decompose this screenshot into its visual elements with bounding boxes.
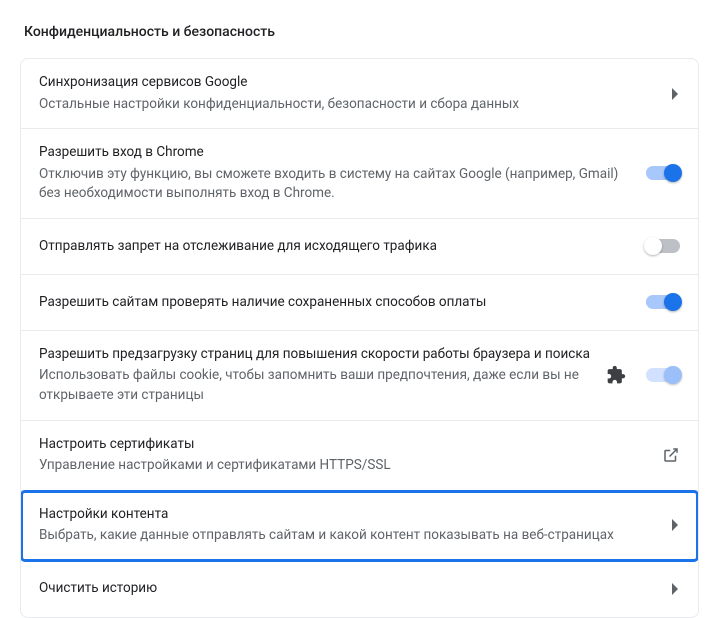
row-sync-google-services[interactable]: Синхронизация сервисов Google Остальные … — [21, 59, 698, 129]
chevron-right-icon — [672, 519, 680, 531]
row-desc: Управление настройками и сертификатами H… — [39, 456, 650, 476]
chevron-right-icon — [672, 583, 680, 595]
row-desc: Выбрать, какие данные отправлять сайтам … — [39, 526, 660, 546]
row-content-settings[interactable]: Настройки контента Выбрать, какие данные… — [21, 491, 698, 561]
row-title: Настроить сертификаты — [39, 435, 650, 455]
row-desc: Отключив эту функцию, вы сможете входить… — [39, 165, 634, 204]
row-title: Настройки контента — [39, 505, 660, 525]
row-title: Разрешить вход в Chrome — [39, 143, 634, 163]
row-title: Очистить историю — [39, 579, 660, 599]
row-do-not-track: Отправлять запрет на отслеживание для ис… — [21, 219, 698, 275]
row-payment-check: Разрешить сайтам проверять наличие сохра… — [21, 275, 698, 331]
toggle-allow-chrome-signin[interactable] — [646, 166, 680, 180]
external-link-icon — [662, 446, 680, 464]
row-allow-chrome-signin: Разрешить вход в Chrome Отключив эту фун… — [21, 129, 698, 219]
toggle-preload-pages[interactable] — [646, 368, 680, 382]
section-title: Конфиденциальность и безопасность — [20, 24, 699, 40]
row-title: Синхронизация сервисов Google — [39, 73, 660, 93]
row-preload-pages: Разрешить предзагрузку страниц для повыш… — [21, 331, 698, 421]
toggle-payment-check[interactable] — [646, 295, 680, 309]
settings-card: Синхронизация сервисов Google Остальные … — [20, 58, 699, 618]
row-desc: Использовать файлы cookie, чтобы запомни… — [39, 366, 594, 405]
toggle-do-not-track[interactable] — [646, 239, 680, 253]
row-title: Разрешить предзагрузку страниц для повыш… — [39, 345, 594, 365]
extension-icon — [606, 365, 626, 385]
row-title: Разрешить сайтам проверять наличие сохра… — [39, 293, 634, 313]
row-manage-certificates[interactable]: Настроить сертификаты Управление настрой… — [21, 421, 698, 491]
row-desc: Остальные настройки конфиденциальности, … — [39, 95, 660, 115]
chevron-right-icon — [672, 88, 680, 100]
row-clear-history[interactable]: Очистить историю — [21, 561, 698, 617]
row-title: Отправлять запрет на отслеживание для ис… — [39, 237, 634, 257]
